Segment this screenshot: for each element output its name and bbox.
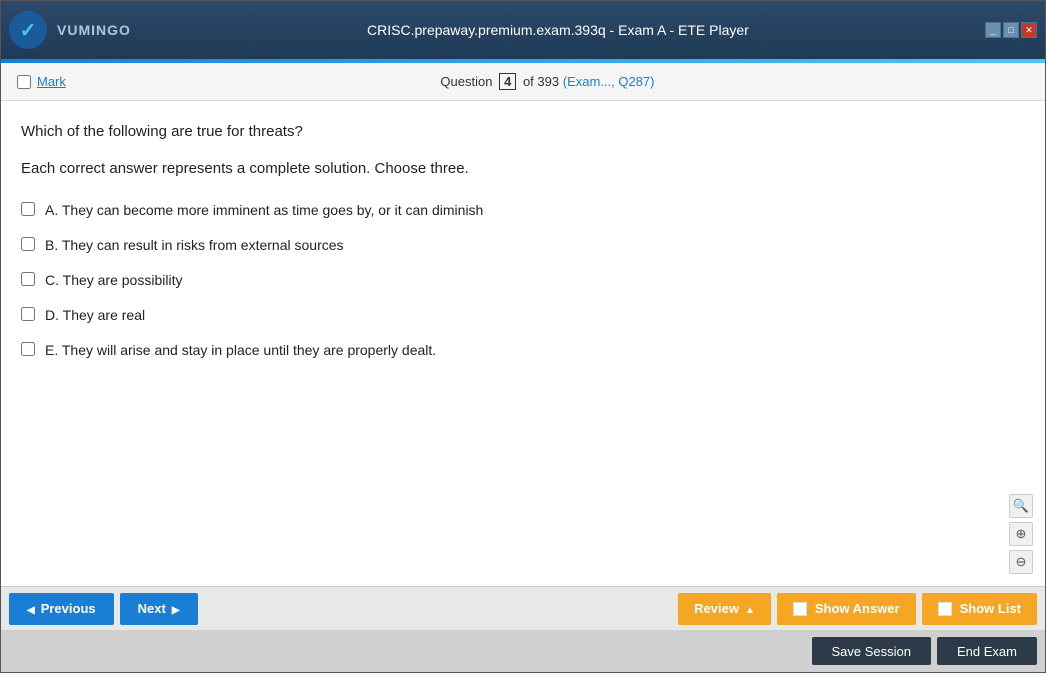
logo-text: VUMINGO <box>57 22 131 38</box>
checkbox-e[interactable] <box>21 342 35 356</box>
checkbox-a[interactable] <box>21 202 35 216</box>
logo: ✓ <box>9 11 47 49</box>
checkbox-c[interactable] <box>21 272 35 286</box>
window-title: CRISC.prepaway.premium.exam.393q - Exam … <box>131 22 985 38</box>
window-controls: _ □ ✕ <box>985 22 1037 38</box>
question-header: Mark Question 4 of 393 (Exam..., Q287) <box>1 63 1045 101</box>
option-b-text: B. They can result in risks from externa… <box>45 235 344 256</box>
content-area: Which of the following are true for thre… <box>1 101 1045 586</box>
review-chevron-icon <box>745 601 755 616</box>
total-questions: 393 <box>537 74 559 89</box>
show-list-button[interactable]: Show List <box>922 593 1037 625</box>
next-label: Next <box>138 601 166 616</box>
show-answer-button[interactable]: Show Answer <box>777 593 916 625</box>
logo-check-icon: ✓ <box>20 18 37 43</box>
action-row: Save Session End Exam <box>1 630 1045 672</box>
question-label: Question <box>440 74 492 89</box>
mark-container: Mark <box>17 74 66 89</box>
answer-option-e: E. They will arise and stay in place unt… <box>21 340 1025 361</box>
show-answer-checkbox-icon <box>793 602 807 616</box>
question-instruction: Each correct answer represents a complet… <box>21 158 1025 181</box>
search-zoom-button[interactable]: 🔍 <box>1009 494 1033 518</box>
show-list-checkbox-icon <box>938 602 952 616</box>
save-session-label: Save Session <box>832 644 912 659</box>
mark-link[interactable]: Mark <box>37 74 66 89</box>
zoom-out-button[interactable]: ⊖ <box>1009 550 1033 574</box>
close-button[interactable]: ✕ <box>1021 22 1037 38</box>
end-exam-label: End Exam <box>957 644 1017 659</box>
exam-ref: (Exam..., Q287) <box>563 74 655 89</box>
of-label: of <box>523 74 537 89</box>
checkbox-d[interactable] <box>21 307 35 321</box>
zoom-in-button[interactable]: ⊕ <box>1009 522 1033 546</box>
mark-checkbox[interactable] <box>17 75 31 89</box>
next-button[interactable]: Next <box>120 593 198 625</box>
show-list-label: Show List <box>960 601 1021 616</box>
minimize-button[interactable]: _ <box>985 22 1001 38</box>
bottom-toolbar: Previous Next Review Show Answer Show Li… <box>1 586 1045 630</box>
checkbox-b[interactable] <box>21 237 35 251</box>
question-text: Which of the following are true for thre… <box>21 121 1025 144</box>
review-label: Review <box>694 601 739 616</box>
save-session-button[interactable]: Save Session <box>812 637 932 665</box>
previous-button[interactable]: Previous <box>9 593 114 625</box>
zoom-controls: 🔍 ⊕ ⊖ <box>1009 494 1033 574</box>
title-bar: ✓ VUMINGO CRISC.prepaway.premium.exam.39… <box>1 1 1045 59</box>
show-answer-label: Show Answer <box>815 601 900 616</box>
previous-icon <box>27 601 35 616</box>
option-d-text: D. They are real <box>45 305 145 326</box>
title-bar-left: ✓ VUMINGO <box>9 11 131 49</box>
answer-option-c: C. They are possibility <box>21 270 1025 291</box>
previous-label: Previous <box>41 601 96 616</box>
answer-option-d: D. They are real <box>21 305 1025 326</box>
option-a-text: A. They can become more imminent as time… <box>45 200 483 221</box>
option-c-text: C. They are possibility <box>45 270 182 291</box>
maximize-button[interactable]: □ <box>1003 22 1019 38</box>
answer-option-a: A. They can become more imminent as time… <box>21 200 1025 221</box>
end-exam-button[interactable]: End Exam <box>937 637 1037 665</box>
review-button[interactable]: Review <box>678 593 771 625</box>
app-window: ✓ VUMINGO CRISC.prepaway.premium.exam.39… <box>0 0 1046 673</box>
question-number-display: Question 4 of 393 (Exam..., Q287) <box>66 73 1029 90</box>
option-e-text: E. They will arise and stay in place unt… <box>45 340 436 361</box>
current-question-number: 4 <box>499 73 516 90</box>
answer-option-b: B. They can result in risks from externa… <box>21 235 1025 256</box>
next-icon <box>172 601 180 616</box>
